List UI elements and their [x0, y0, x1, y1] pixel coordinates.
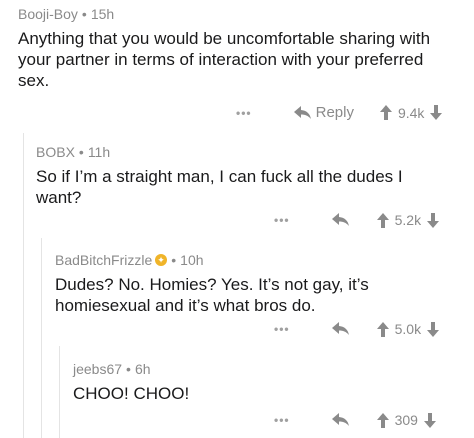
author-link[interactable]: BadBitchFrizzle [55, 252, 152, 268]
reply-button[interactable] [331, 413, 349, 427]
separator-dot: • [81, 6, 87, 22]
comment-body: So if I’m a straight man, I can fuck all… [36, 167, 403, 207]
reply-button[interactable] [331, 322, 349, 336]
upvote-icon[interactable] [376, 412, 389, 428]
more-icon[interactable]: ••• [236, 106, 252, 120]
comment-body: Anything that you would be uncomfortable… [18, 29, 431, 90]
comment-1-actions: ••• Reply 9.4k [236, 104, 443, 121]
downvote-icon[interactable] [427, 212, 440, 228]
separator-dot: • [171, 252, 177, 268]
comment-2: BOBX • 11h So if I’m a straight man, I can… [36, 144, 474, 208]
comment-meta: jeebs67 • 6h [73, 361, 474, 377]
more-icon[interactable]: ••• [274, 413, 290, 427]
vote-controls: 5.0k [376, 321, 440, 337]
separator-dot: • [126, 361, 131, 377]
thread-line-2[interactable] [41, 238, 42, 438]
comment-meta: BadBitchFrizzle •10h [55, 252, 474, 268]
downvote-icon[interactable] [430, 105, 443, 120]
comment-3: BadBitchFrizzle •10h Dudes? No. Homies? Y… [55, 252, 474, 316]
reply-arrow-icon [293, 105, 311, 119]
reply-button[interactable]: Reply [293, 104, 354, 121]
reply-arrow-icon [331, 213, 349, 226]
upvote-icon[interactable] [379, 105, 392, 120]
vote-score: 5.2k [394, 212, 422, 228]
thread-line-1[interactable] [23, 133, 24, 438]
author-link[interactable]: BOBX [36, 144, 75, 160]
reply-arrow-icon [331, 322, 349, 335]
reply-button[interactable] [331, 213, 349, 227]
vote-controls: 309 [376, 412, 436, 428]
reply-label: Reply [315, 104, 354, 121]
downvote-icon[interactable] [423, 412, 436, 428]
comment-1: Booji-Boy • 15h Anything that you would be… [18, 6, 474, 91]
upvote-icon[interactable] [376, 321, 389, 337]
thread-line-3[interactable] [59, 346, 60, 438]
comment-body: Dudes? No. Homies? Yes. It’s not gay, it… [55, 275, 369, 315]
downvote-icon[interactable] [427, 321, 440, 337]
author-link[interactable]: jeebs67 [73, 361, 122, 377]
comment-2-actions: ••• 5.2k [274, 212, 440, 228]
vote-controls: 9.4k [379, 104, 443, 121]
comment-meta: BOBX • 11h [36, 144, 474, 160]
vote-score: 5.0k [394, 321, 422, 337]
timestamp: 11h [87, 144, 111, 160]
vote-controls: 5.2k [376, 212, 440, 228]
separator-dot: • [78, 144, 84, 160]
author-link[interactable]: Booji-Boy [18, 6, 78, 22]
more-icon[interactable]: ••• [274, 213, 290, 227]
upvote-icon[interactable] [376, 212, 389, 228]
timestamp: 15h [90, 6, 115, 22]
comment-3-actions: ••• 5.0k [274, 321, 440, 337]
timestamp: 10h [180, 252, 204, 268]
comment-meta: Booji-Boy • 15h [18, 6, 474, 22]
vote-score: 9.4k [397, 104, 425, 121]
comment-4: jeebs67 • 6h CHOO! CHOO! [73, 361, 474, 404]
award-icon[interactable] [155, 252, 168, 268]
reply-arrow-icon [331, 413, 349, 426]
comment-4-actions: ••• 309 [274, 412, 436, 428]
more-icon[interactable]: ••• [274, 322, 290, 336]
comment-body: CHOO! CHOO! [73, 384, 190, 403]
timestamp: 6h [134, 361, 151, 377]
vote-score: 309 [394, 412, 418, 428]
